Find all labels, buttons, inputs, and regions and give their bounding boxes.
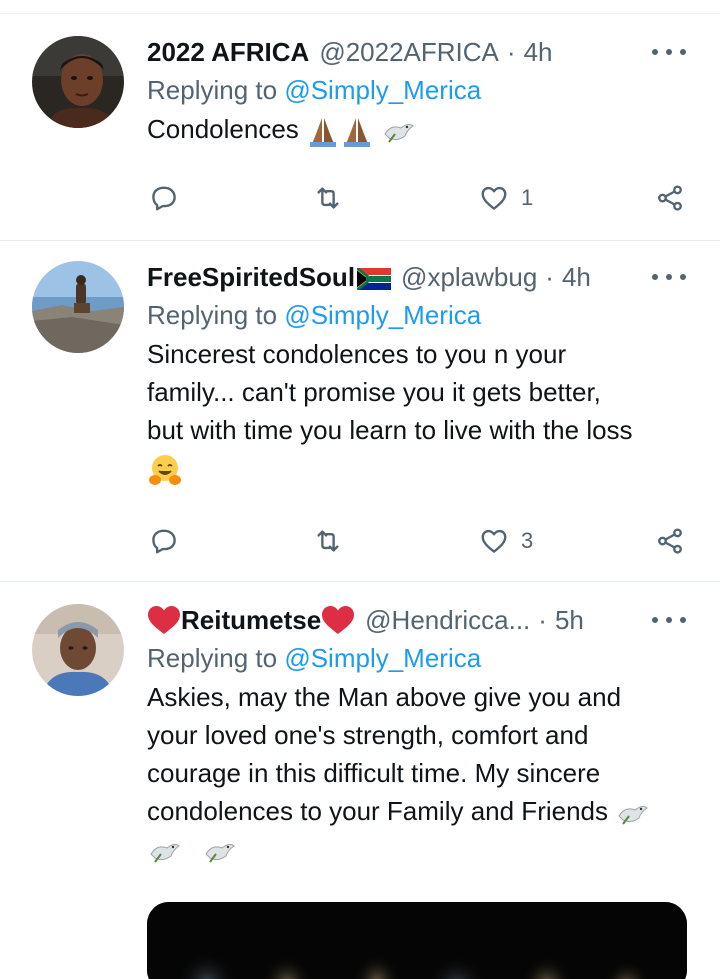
replying-to: Replying to @Simply_Merica [147, 70, 700, 110]
action-bar: 1 [147, 178, 702, 218]
display-name[interactable]: 2022 AFRICA [147, 37, 309, 68]
dove-emoji [147, 834, 181, 868]
display-name[interactable]: FreeSpiritedSoul [147, 262, 355, 293]
media-image [147, 902, 687, 979]
more-icon[interactable] [652, 40, 686, 64]
dove-emoji [202, 834, 236, 868]
tweet-header: 2022 AFRICA @2022AFRICA · 4h [147, 34, 700, 70]
tweet-text-line: but with time you learn to live with the… [147, 415, 633, 445]
share-button[interactable] [655, 521, 685, 561]
tweet-text: Condolences [147, 110, 700, 148]
display-name[interactable]: Reitumetse [181, 605, 321, 636]
mention-link[interactable]: @Simply_Merica [284, 300, 481, 330]
folded-hands-emoji [340, 114, 374, 148]
reply-button[interactable] [149, 178, 191, 218]
retweet-button[interactable] [313, 521, 355, 561]
heart-icon [481, 186, 507, 210]
reply-tweet[interactable]: FreeSpiritedSoul @xplawbug · 4h Replying… [0, 241, 720, 582]
tweet-text-line: your loved one's strength, comfort and [147, 720, 589, 750]
tweet-text-line: Condolences [147, 114, 299, 144]
tweet-text: Askies, may the Man above give you and y… [147, 678, 700, 868]
user-handle[interactable]: @2022AFRICA [319, 37, 499, 68]
more-icon[interactable] [652, 265, 686, 289]
like-count: 3 [521, 528, 534, 553]
replying-to: Replying to @Simply_Merica [147, 638, 700, 678]
avatar[interactable] [32, 604, 124, 696]
red-heart-icon [147, 605, 181, 635]
tweet-text-line: Sincerest condolences to you n your [147, 339, 567, 369]
user-handle[interactable]: @Hendricca... [365, 605, 530, 636]
action-bar: 3 [147, 521, 702, 561]
share-icon [658, 185, 682, 211]
tweet-content: 2022 AFRICA @2022AFRICA · 4h Replying to… [147, 34, 700, 148]
share-icon [658, 528, 682, 554]
retweet-icon [317, 530, 339, 552]
replying-prefix: Replying to [147, 75, 278, 105]
replying-prefix: Replying to [147, 300, 278, 330]
folded-hands-emoji [306, 114, 340, 148]
more-icon[interactable] [652, 608, 686, 632]
dove-emoji [381, 114, 415, 148]
tweet-text-line: courage in this difficult time. My since… [147, 758, 601, 788]
reply-tweet[interactable]: 2022 AFRICA @2022AFRICA · 4h Replying to… [0, 14, 720, 241]
reply-icon [152, 186, 176, 211]
tweet-header: Reitumetse @Hendricca... · 5h [147, 602, 700, 638]
mention-link[interactable]: @Simply_Merica [284, 75, 481, 105]
share-button[interactable] [655, 178, 685, 218]
like-button[interactable]: 1 [479, 178, 533, 218]
red-heart-icon [321, 605, 355, 635]
separator-dot: · [506, 36, 516, 67]
tweet-header: FreeSpiritedSoul @xplawbug · 4h [147, 259, 700, 295]
reply-button[interactable] [149, 521, 191, 561]
tweet-text-line: condolences to your Family and Friends [147, 796, 609, 826]
retweet-button[interactable] [313, 178, 355, 218]
south-africa-flag-icon [356, 266, 392, 291]
reply-icon [152, 529, 176, 554]
tweet-text-line: Askies, may the Man above give you and [147, 682, 622, 712]
timestamp[interactable]: 4h [562, 262, 591, 293]
heart-icon [481, 529, 507, 553]
top-divider [0, 0, 720, 14]
media-attachment[interactable] [147, 902, 687, 979]
mention-link[interactable]: @Simply_Merica [284, 643, 481, 673]
like-count: 1 [521, 185, 534, 210]
separator-dot: · [538, 604, 547, 635]
replying-prefix: Replying to [147, 643, 278, 673]
tweet-content: Reitumetse @Hendricca... · 5h Replying t… [147, 602, 700, 868]
replying-to: Replying to @Simply_Merica [147, 295, 700, 335]
timestamp[interactable]: 4h [524, 37, 553, 68]
retweet-icon [317, 187, 339, 209]
tweet-content: FreeSpiritedSoul @xplawbug · 4h Replying… [147, 259, 700, 488]
reply-tweet[interactable]: Reitumetse @Hendricca... · 5h Replying t… [0, 582, 720, 979]
user-handle[interactable]: @xplawbug [401, 262, 537, 293]
timestamp[interactable]: 5h [555, 605, 584, 636]
tweet-text: Sincerest condolences to you n your fami… [147, 335, 700, 488]
tweet-text-line: family... can't promise you it gets bett… [147, 377, 601, 407]
avatar[interactable] [32, 36, 124, 128]
hugging-face-emoji [147, 452, 183, 488]
like-button[interactable]: 3 [479, 521, 533, 561]
dove-emoji [615, 796, 649, 830]
avatar[interactable] [32, 261, 124, 353]
separator-dot: · [545, 261, 554, 292]
